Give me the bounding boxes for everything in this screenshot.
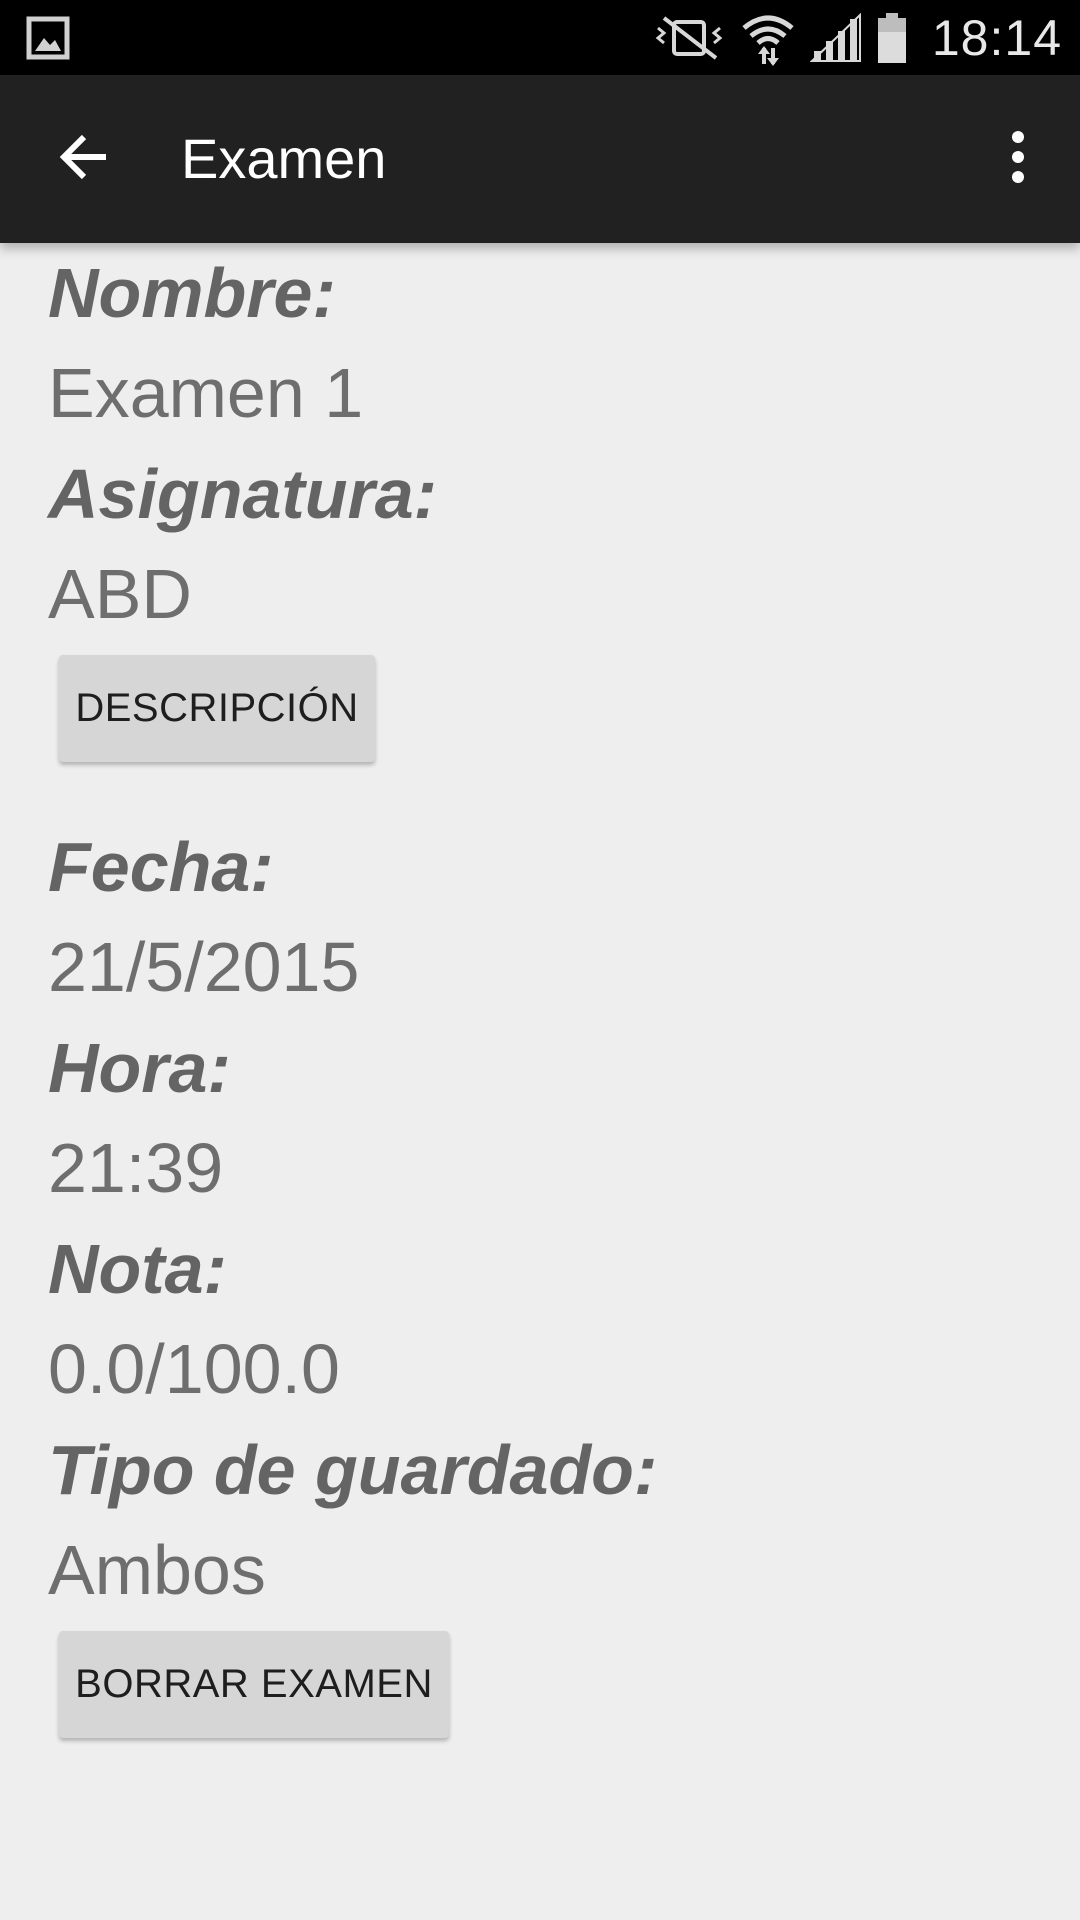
asignatura-value: ABD: [48, 555, 192, 633]
status-time: 18:14: [931, 9, 1062, 66]
nombre-value: Examen 1: [48, 354, 364, 432]
borrar-button-wrap: BORRAR EXAMEN: [48, 1621, 1032, 1793]
overflow-menu-button[interactable]: [984, 115, 1052, 203]
tipo-guardado-value: Ambos: [48, 1531, 266, 1609]
back-button[interactable]: [40, 115, 128, 203]
hora-value: 21:39: [48, 1129, 224, 1207]
fecha-label: Fecha:: [48, 828, 274, 906]
page-title: Examen: [181, 127, 387, 190]
arrow-back-icon: [56, 129, 112, 190]
exam-details: Nombre: Examen 1 Asignatura: ABD DESCRIP…: [48, 243, 1032, 1793]
app-bar: Examen: [0, 75, 1080, 243]
fecha-value: 21/5/2015: [48, 928, 360, 1006]
nombre-label: Nombre:: [48, 254, 336, 332]
battery-icon: [876, 12, 908, 64]
descripcion-button-wrap: DESCRIPCIÓN: [48, 645, 1032, 817]
tipo-guardado-label: Tipo de guardado:: [48, 1431, 658, 1509]
asignatura-label: Asignatura:: [48, 455, 437, 533]
status-bar: 18:14: [0, 0, 1080, 75]
signal-icon: [809, 12, 862, 63]
descripcion-button[interactable]: DESCRIPCIÓN: [59, 655, 375, 762]
nota-value: 0.0/100.0: [48, 1330, 340, 1408]
wifi-icon: [740, 10, 796, 66]
borrar-examen-button[interactable]: BORRAR EXAMEN: [59, 1631, 449, 1738]
nota-label: Nota:: [48, 1230, 227, 1308]
more-vert-icon: [1010, 130, 1026, 188]
gallery-notification-icon: [26, 16, 70, 60]
vibrate-mute-icon: [654, 14, 726, 62]
hora-label: Hora:: [48, 1029, 231, 1107]
